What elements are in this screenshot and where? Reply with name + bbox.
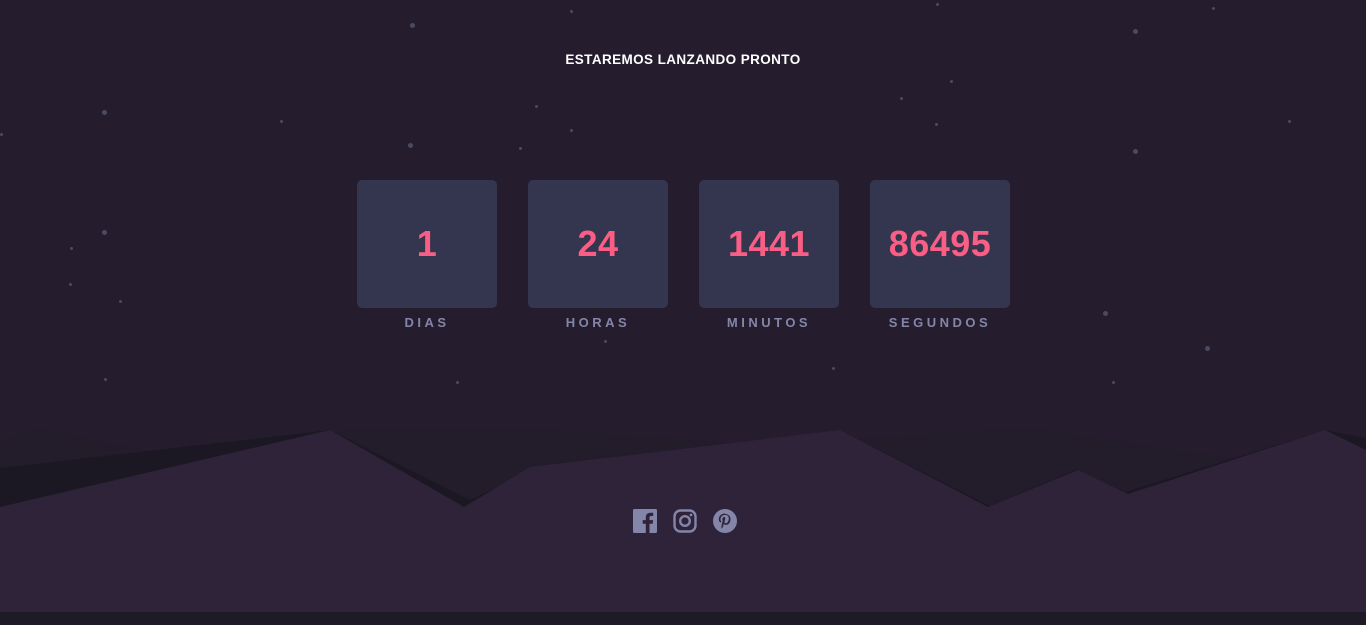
page-background: ESTAREMOS LANZANDO PRONTO 1 DIAS 24 HORA… (0, 0, 1366, 612)
countdown-hours: 24 HORAS (528, 180, 668, 330)
pinterest-icon (713, 509, 737, 533)
days-value: 1 (357, 180, 497, 308)
pinterest-link[interactable] (712, 508, 738, 534)
facebook-link[interactable] (632, 508, 658, 534)
mountain-silhouette (0, 428, 1366, 612)
hours-value: 24 (528, 180, 668, 308)
social-links (632, 508, 738, 534)
countdown-seconds: 86495 SEGUNDOS (870, 180, 1010, 330)
page-title: ESTAREMOS LANZANDO PRONTO (565, 52, 801, 67)
facebook-icon (633, 509, 657, 533)
bottom-strip (0, 612, 1366, 625)
days-label: DIAS (404, 315, 450, 330)
countdown-timer: 1 DIAS 24 HORAS 1441 MINUTOS 86495 SEGUN… (357, 180, 1010, 330)
hours-label: HORAS (565, 315, 631, 330)
countdown-minutes: 1441 MINUTOS (699, 180, 839, 330)
minutes-value: 1441 (699, 180, 839, 308)
instagram-icon (673, 509, 697, 533)
countdown-days: 1 DIAS (357, 180, 497, 330)
seconds-value: 86495 (870, 180, 1010, 308)
seconds-label: SEGUNDOS (888, 315, 992, 330)
minutes-label: MINUTOS (726, 315, 812, 330)
instagram-link[interactable] (672, 508, 698, 534)
